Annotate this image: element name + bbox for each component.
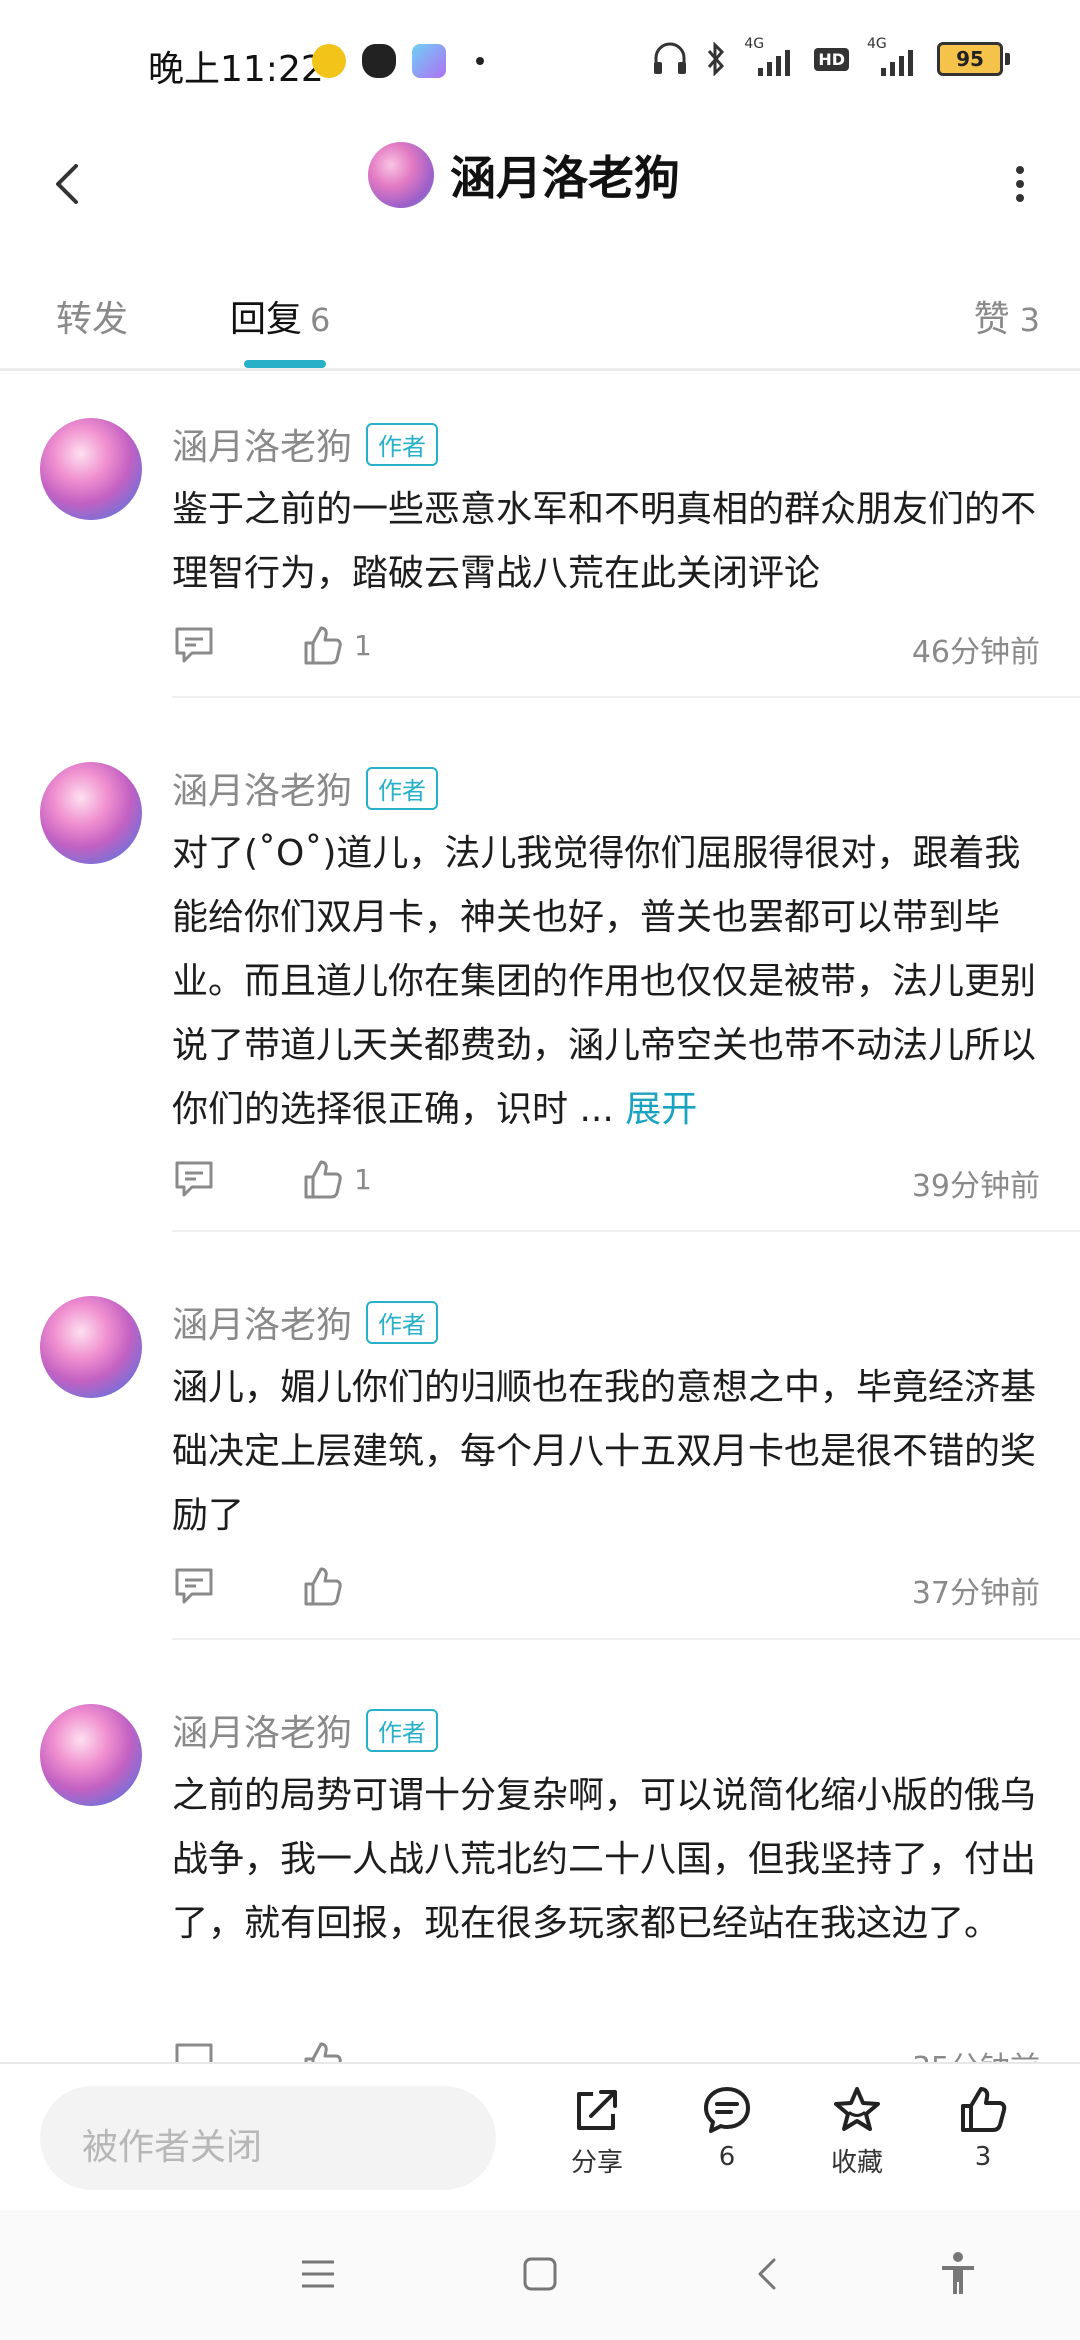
signal-icon (881, 50, 913, 76)
like-count: 3 (974, 2142, 992, 2172)
comments-button[interactable]: 6 (682, 2084, 772, 2172)
comment-text-body: 对了(˚Ο˚)道儿，法儿我觉得你们屈服得很对，跟着我能给你们双月卡，神关也好，普… (172, 833, 1037, 1130)
page-title: 涵月洛老狗 (450, 151, 680, 205)
comment-item: 涵月洛老狗 作者 之前的局势可谓十分复杂啊，可以说简化缩小版的俄乌战争，我一人战… (0, 1704, 1080, 2062)
author-badge: 作者 (366, 422, 439, 466)
comment-text[interactable]: 涵儿，媚儿你们的归顺也在我的意想之中，毕竟经济基础决定上层建筑，每个月八十五双月… (172, 1356, 1052, 1548)
thumbs-up-icon[interactable] (300, 623, 344, 667)
tab-forward[interactable]: 转发 (56, 290, 128, 342)
comment-count: 6 (718, 2142, 736, 2172)
reply-icon[interactable] (172, 1564, 216, 1608)
system-nav-bar (0, 2210, 1080, 2340)
commenter-name[interactable]: 涵月洛老狗 (172, 1296, 352, 1348)
home-icon[interactable] (520, 2250, 560, 2298)
share-button[interactable]: 分享 (552, 2084, 642, 2179)
more-notifications-dot (476, 57, 484, 65)
thumbs-up-icon[interactable] (300, 1157, 344, 1201)
back-button[interactable] (40, 154, 100, 214)
battery-indicator: 95 (937, 42, 1010, 76)
comment-actions: 37分钟前 (172, 1564, 1040, 1614)
comment-actions: 1 46分钟前 (172, 623, 1040, 673)
expand-link[interactable]: 展开 (625, 1089, 697, 1130)
comment-actions: 35分钟前 (172, 2039, 1040, 2062)
author-badge: 作者 (366, 1708, 439, 1752)
divider (172, 1638, 1080, 1640)
comment-time: 46分钟前 (911, 635, 1040, 670)
reply-icon[interactable] (172, 1157, 216, 1201)
favorite-button[interactable]: 收藏 (812, 2084, 902, 2179)
thumbs-up-icon[interactable] (300, 1564, 344, 1608)
status-time: 晚上11:22 (148, 49, 324, 90)
commenter-avatar[interactable] (40, 1296, 142, 1398)
tab-forward-label: 转发 (56, 299, 129, 340)
commenter-avatar[interactable] (40, 418, 142, 520)
star-icon (834, 2087, 880, 2131)
comment-input[interactable]: 被作者关闭 (40, 2086, 496, 2190)
active-tab-indicator (244, 360, 326, 368)
music-app-icon (312, 44, 346, 78)
commenter-avatar[interactable] (40, 762, 142, 864)
headphones-icon (654, 42, 687, 74)
like-count: 1 (354, 1163, 372, 1196)
qq-icon (362, 44, 396, 78)
share-icon (577, 2090, 617, 2130)
like-button[interactable]: 3 (938, 2084, 1028, 2172)
tab-likes[interactable]: 赞3 (974, 290, 1040, 342)
reply-icon[interactable] (172, 2039, 216, 2062)
thumbs-up-icon[interactable] (300, 2039, 344, 2062)
comment-actions: 1 39分钟前 (172, 1157, 1040, 1207)
author-avatar[interactable] (368, 142, 434, 208)
battery-tip (1005, 53, 1010, 65)
top-bar: 涵月洛老狗 (0, 130, 1080, 250)
comment-time: 39分钟前 (911, 1169, 1040, 1204)
battery-level: 95 (937, 42, 1003, 76)
tab-likes-label: 赞 (973, 299, 1010, 340)
commenter-name[interactable]: 涵月洛老狗 (172, 1704, 352, 1756)
tab-bar: 转发 回复 6 赞3 (0, 250, 1080, 371)
comment-bubble-icon (704, 2087, 750, 2133)
bluetooth-icon (708, 42, 725, 76)
divider (172, 1230, 1080, 1232)
comment-input-placeholder: 被作者关闭 (82, 2127, 263, 2168)
bottom-action-bar: 被作者关闭 分享 6 收藏 3 (0, 2062, 1080, 2212)
tab-reply[interactable]: 回复 6 (230, 290, 330, 342)
comment-text[interactable]: 鉴于之前的一些恶意水军和不明真相的群众朋友们的不理智行为，踏破云霄战八荒在此关闭… (172, 478, 1052, 606)
signal-1: 4G (744, 36, 796, 76)
author-title[interactable]: 涵月洛老狗 (368, 142, 680, 208)
comment-text[interactable]: 之前的局势可谓十分复杂啊，可以说简化缩小版的俄乌战争，我一人战八荒北约二十八国，… (172, 1764, 1052, 1956)
video-app-icon (412, 44, 446, 78)
nav-back-icon[interactable] (748, 2250, 788, 2298)
commenter-name[interactable]: 涵月洛老狗 (172, 418, 352, 470)
commenter-avatar[interactable] (40, 1704, 142, 1806)
menu-icon[interactable] (298, 2250, 338, 2298)
comment-time: 35分钟前 (912, 2043, 1040, 2062)
author-badge: 作者 (366, 766, 439, 810)
comment-time: 37分钟前 (911, 1576, 1040, 1611)
author-badge: 作者 (366, 1300, 439, 1344)
notification-icons (312, 44, 484, 78)
comment-text[interactable]: 对了(˚Ο˚)道儿，法儿我觉得你们屈服得很对，跟着我能给你们双月卡，神关也好，普… (172, 822, 1052, 1142)
favorite-label: 收藏 (830, 2148, 883, 2178)
hd-badge: HD (814, 47, 849, 71)
tab-likes-count: 3 (1019, 301, 1040, 339)
divider (172, 696, 1080, 698)
signal-icon (758, 50, 791, 76)
tab-reply-label: 回复 (230, 299, 303, 340)
accessibility-icon[interactable] (938, 2250, 978, 2298)
thumbs-up-icon (961, 2087, 1007, 2132)
more-vertical-icon (1016, 166, 1024, 202)
reply-icon[interactable] (172, 623, 216, 667)
share-label: 分享 (570, 2148, 623, 2178)
status-indicators: 4G HD 4G 95 (652, 36, 1010, 76)
like-count: 1 (354, 629, 372, 662)
commenter-name[interactable]: 涵月洛老狗 (172, 762, 352, 814)
status-bar: 晚上11:22 4G HD 4G 95 (0, 0, 1080, 130)
signal-2: 4G (867, 36, 919, 76)
tab-reply-count: 6 (310, 301, 331, 339)
chevron-left-icon (56, 164, 78, 204)
more-options-button[interactable] (1000, 154, 1040, 214)
